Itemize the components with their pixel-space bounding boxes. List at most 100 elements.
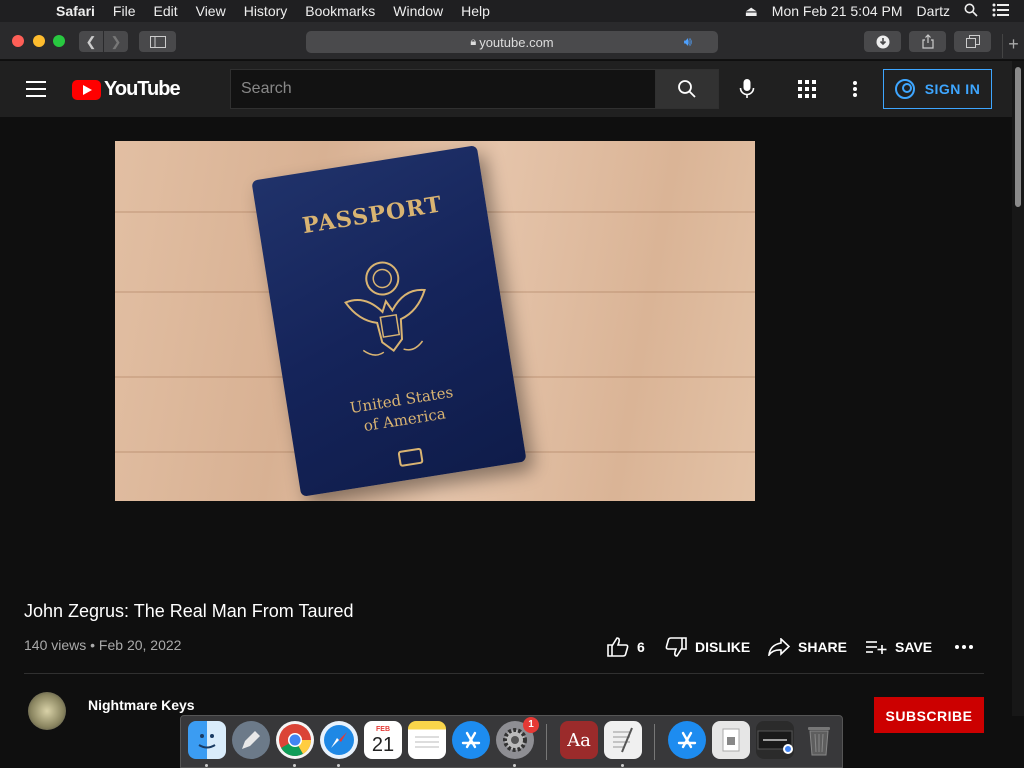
- sign-in-button[interactable]: SIGN IN: [883, 69, 992, 109]
- video-meta: 140 views • Feb 20, 2022: [24, 637, 182, 653]
- sign-in-label: SIGN IN: [924, 81, 981, 97]
- dislike-button[interactable]: DISLIKE: [665, 636, 750, 658]
- textedit-icon[interactable]: [604, 721, 642, 759]
- tabs-icon: [965, 35, 980, 48]
- finder-running-dot: [205, 764, 208, 767]
- new-tab-button[interactable]: +: [1002, 34, 1024, 58]
- back-button[interactable]: ❮: [79, 31, 103, 52]
- microphone-icon[interactable]: [735, 77, 759, 101]
- app-store-downloads-icon[interactable]: [668, 721, 706, 759]
- chrome-running-dot: [293, 764, 296, 767]
- macos-menu-bar: Safari File Edit View History Bookmarks …: [0, 0, 1024, 22]
- page-scrollbar[interactable]: [1012, 61, 1024, 716]
- downloads-button[interactable]: [864, 31, 901, 52]
- passport-title-text: PASSPORT: [300, 191, 445, 240]
- calendar-day: 21: [371, 733, 395, 756]
- passport-country-text: United States of America: [287, 372, 518, 447]
- tab-overview-button[interactable]: [954, 31, 991, 52]
- search-button[interactable]: [655, 69, 719, 109]
- forward-button[interactable]: ❯: [104, 31, 128, 52]
- thumbs-down-icon: [665, 637, 687, 657]
- safari-running-dot: [337, 764, 340, 767]
- channel-name[interactable]: Nightmare Keys: [88, 697, 195, 713]
- menu-help[interactable]: Help: [461, 3, 490, 19]
- minimize-window-button[interactable]: [33, 35, 45, 47]
- menu-window[interactable]: Window: [393, 3, 443, 19]
- more-actions-icon[interactable]: [955, 636, 973, 658]
- search-input[interactable]: [230, 69, 656, 109]
- subscribe-button[interactable]: SUBSCRIBE: [874, 697, 984, 733]
- downloads-folder-icon[interactable]: [712, 721, 750, 759]
- menu-bookmarks[interactable]: Bookmarks: [305, 3, 375, 19]
- download-icon: [876, 35, 889, 48]
- notes-icon[interactable]: [408, 721, 446, 759]
- channel-avatar[interactable]: [28, 692, 66, 730]
- spotlight-search-icon[interactable]: [964, 3, 978, 20]
- save-video-button[interactable]: SAVE: [865, 636, 932, 658]
- video-title: John Zegrus: The Real Man From Taured: [24, 601, 354, 621]
- macos-dock: FEB 21 1 Aa: [180, 715, 843, 768]
- menu-view[interactable]: View: [196, 3, 226, 19]
- control-center-icon[interactable]: [992, 3, 1010, 20]
- minimized-window-thumbnail[interactable]: [756, 721, 794, 759]
- passport-image: PASSPORT United States of America: [251, 145, 527, 497]
- info-divider: [24, 673, 984, 674]
- like-count: 6: [637, 639, 645, 655]
- thumbs-up-icon: [607, 637, 629, 657]
- zoom-window-button[interactable]: [53, 35, 65, 47]
- close-window-button[interactable]: [12, 35, 24, 47]
- safari-app-icon[interactable]: [320, 721, 358, 759]
- menu-file[interactable]: File: [113, 3, 136, 19]
- address-bar-url: youtube.com: [479, 34, 554, 50]
- passport-chip-icon: [397, 447, 424, 468]
- menu-app-safari[interactable]: Safari: [56, 3, 95, 19]
- address-bar[interactable]: 🔒︎ youtube.com 🔊︎: [306, 31, 718, 53]
- youtube-play-icon: [72, 79, 101, 100]
- guide-menu-icon[interactable]: [26, 81, 46, 97]
- youtube-logo-text: YouTube: [104, 78, 181, 100]
- safari-toolbar: ❮ ❯ 🔒︎ youtube.com 🔊︎ +: [0, 22, 1024, 60]
- video-player[interactable]: PASSPORT United States of America: [115, 141, 755, 501]
- launchpad-icon[interactable]: [232, 721, 270, 759]
- dictionary-label: Aa: [567, 729, 591, 751]
- menubar-datetime[interactable]: Mon Feb 21 5:04 PM: [772, 3, 903, 19]
- menubar-user[interactable]: Dartz: [917, 3, 950, 19]
- search-icon: [678, 80, 696, 98]
- calendar-month: FEB: [376, 725, 390, 733]
- calendar-icon[interactable]: FEB 21: [364, 721, 402, 759]
- account-icon: [894, 79, 915, 99]
- share-label: SHARE: [798, 639, 848, 655]
- menu-edit[interactable]: Edit: [153, 3, 177, 19]
- scrollbar-thumb[interactable]: [1015, 67, 1021, 207]
- dock-separator-2: [654, 724, 655, 760]
- menu-history[interactable]: History: [244, 3, 288, 19]
- playlist-add-icon: [865, 639, 887, 655]
- eagle-seal-icon: [344, 261, 426, 356]
- more-options-icon[interactable]: [843, 77, 867, 101]
- chrome-icon[interactable]: [276, 721, 314, 759]
- like-button[interactable]: 6: [607, 636, 645, 658]
- youtube-logo[interactable]: YouTube: [72, 78, 181, 101]
- lock-icon: 🔒︎: [470, 35, 477, 48]
- youtube-header: YouTube SIGN IN: [0, 61, 1012, 117]
- textedit-running-dot: [621, 764, 624, 767]
- dictionary-icon[interactable]: Aa: [560, 721, 598, 759]
- save-label: SAVE: [895, 639, 933, 655]
- trash-icon[interactable]: [800, 721, 838, 759]
- eject-icon[interactable]: ⏏: [745, 3, 758, 20]
- share-video-button[interactable]: SHARE: [768, 636, 847, 658]
- finder-icon[interactable]: [188, 721, 226, 759]
- share-button[interactable]: [909, 31, 946, 52]
- share-icon: [921, 34, 934, 49]
- system-preferences-running-dot: [513, 764, 516, 767]
- system-preferences-icon[interactable]: 1: [496, 717, 539, 759]
- notification-badge: 1: [523, 717, 539, 733]
- app-store-icon[interactable]: [452, 721, 490, 759]
- dock-separator: [546, 724, 547, 760]
- sidebar-toggle-button[interactable]: [139, 31, 176, 52]
- audio-playing-icon[interactable]: 🔊︎: [684, 34, 692, 50]
- dislike-label: DISLIKE: [695, 639, 751, 655]
- sidebar-icon: [149, 35, 166, 48]
- apps-grid-icon[interactable]: [795, 77, 819, 101]
- share-arrow-icon: [768, 638, 790, 656]
